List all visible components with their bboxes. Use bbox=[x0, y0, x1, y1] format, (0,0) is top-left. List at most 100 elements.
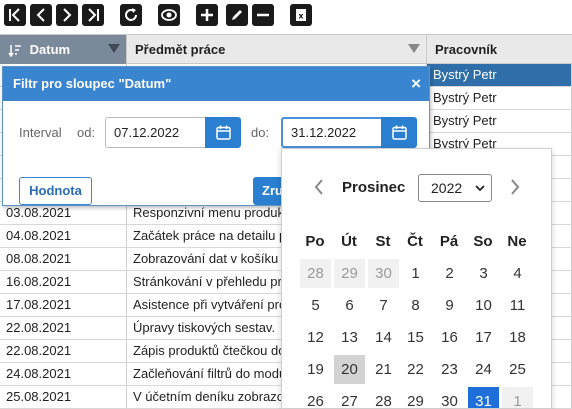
calendar-day[interactable]: 6 bbox=[334, 291, 365, 320]
table-cell-date: 16.08.2021 bbox=[0, 271, 127, 293]
date-to-input[interactable] bbox=[281, 117, 381, 148]
export-excel-button[interactable]: x bbox=[290, 4, 312, 26]
calendar-day[interactable]: 25 bbox=[502, 355, 533, 384]
calendar-day[interactable]: 9 bbox=[434, 291, 465, 320]
calendar-day[interactable]: 24 bbox=[468, 355, 499, 384]
refresh-button[interactable] bbox=[120, 4, 142, 26]
calendar-day[interactable]: 13 bbox=[334, 323, 365, 352]
column-label: Datum bbox=[29, 42, 71, 57]
column-label: Předmět práce bbox=[135, 42, 226, 57]
eye-icon bbox=[161, 9, 177, 21]
minus-icon bbox=[257, 13, 269, 17]
calendar-day[interactable]: 22 bbox=[400, 355, 431, 384]
previous-page-button[interactable] bbox=[30, 4, 52, 26]
table-cell-date: 04.08.2021 bbox=[0, 225, 127, 247]
calendar-day[interactable]: 26 bbox=[300, 387, 331, 408]
calendar-day[interactable]: 11 bbox=[502, 291, 533, 320]
from-label: od: bbox=[77, 125, 96, 140]
edit-button[interactable] bbox=[226, 4, 248, 26]
last-page-icon bbox=[88, 8, 99, 22]
column-label: Pracovník bbox=[435, 42, 498, 57]
calendar-day[interactable]: 7 bbox=[368, 291, 399, 320]
date-picker-popup: Prosinec 2022 Po Út St Čt Pá So Ne 28 29 30 1 2 3 4 5… bbox=[281, 148, 552, 409]
view-button[interactable] bbox=[158, 4, 180, 26]
last-page-button[interactable] bbox=[82, 4, 104, 26]
column-header-datum[interactable]: Datum bbox=[0, 35, 127, 64]
table-cell-date: 17.08.2021 bbox=[0, 294, 127, 316]
chevron-left-icon[interactable] bbox=[310, 177, 328, 197]
table-cell-date: 22.08.2021 bbox=[0, 317, 127, 339]
weekday-label: Út bbox=[341, 233, 357, 250]
calendar-day[interactable]: 5 bbox=[300, 291, 331, 320]
table-cell-date: 25.08.2021 bbox=[0, 386, 127, 408]
chevron-right-icon[interactable] bbox=[506, 177, 524, 197]
weekday-label: Ne bbox=[507, 233, 527, 250]
calendar-day[interactable]: 15 bbox=[400, 323, 431, 352]
calendar-year-select[interactable]: 2022 bbox=[418, 174, 492, 202]
interval-label: Interval bbox=[19, 125, 62, 140]
calendar-day[interactable]: 28 bbox=[368, 387, 399, 408]
table-cell-worker: Bystrý Petr bbox=[427, 110, 572, 132]
first-page-button[interactable] bbox=[4, 4, 26, 26]
calendar-day[interactable]: 10 bbox=[468, 291, 499, 320]
chevron-down-icon bbox=[475, 185, 485, 192]
calendar-month: Prosinec bbox=[342, 179, 406, 196]
calendar-day[interactable]: 28 bbox=[300, 259, 331, 288]
calendar-day[interactable]: 30 bbox=[368, 259, 399, 288]
next-page-button[interactable] bbox=[56, 4, 78, 26]
calendar-day[interactable]: 8 bbox=[400, 291, 431, 320]
calendar-day[interactable]: 17 bbox=[468, 323, 499, 352]
calendar-day[interactable]: 20 bbox=[334, 355, 365, 384]
calendar-day[interactable]: 23 bbox=[434, 355, 465, 384]
calendar-day[interactable]: 4 bbox=[502, 259, 533, 288]
excel-export-icon: x bbox=[296, 9, 306, 21]
filter-icon[interactable] bbox=[408, 44, 420, 53]
calendar-day[interactable]: 3 bbox=[468, 259, 499, 288]
table-cell-date: 08.08.2021 bbox=[0, 248, 127, 270]
calendar-year-value: 2022 bbox=[431, 180, 463, 196]
dialog-title: Filtr pro sloupec "Datum" bbox=[3, 67, 429, 101]
calendar-day[interactable]: 14 bbox=[368, 323, 399, 352]
calendar-day[interactable]: 18 bbox=[502, 323, 533, 352]
filter-icon[interactable] bbox=[108, 44, 120, 53]
column-header-predmet[interactable]: Předmět práce bbox=[127, 35, 427, 64]
sort-ascending-icon bbox=[8, 45, 21, 58]
date-to-calendar-button[interactable] bbox=[381, 117, 417, 148]
grid-header: Datum Předmět práce Pracovník bbox=[0, 34, 572, 64]
plus-icon bbox=[201, 9, 213, 21]
date-from-calendar-button[interactable] bbox=[205, 117, 241, 148]
refresh-icon bbox=[125, 8, 137, 21]
close-icon[interactable]: × bbox=[411, 67, 421, 101]
weekday-label: St bbox=[375, 233, 391, 250]
to-label: do: bbox=[251, 125, 270, 140]
calendar-icon bbox=[392, 125, 407, 140]
next-page-icon bbox=[63, 8, 72, 22]
previous-page-icon bbox=[36, 8, 45, 22]
grid-toolbar: x bbox=[0, 0, 572, 32]
weekday-label: Po bbox=[305, 233, 325, 250]
calendar-day[interactable]: 1 bbox=[502, 387, 533, 408]
value-filter-button[interactable]: Hodnota bbox=[19, 177, 92, 205]
calendar-day[interactable]: 29 bbox=[334, 259, 365, 288]
delete-button[interactable] bbox=[252, 4, 274, 26]
calendar-icon bbox=[216, 125, 231, 140]
date-from-input[interactable] bbox=[105, 117, 205, 148]
weekday-label: Pá bbox=[439, 233, 459, 250]
calendar-day[interactable]: 29 bbox=[400, 387, 431, 408]
column-header-pracovnik[interactable]: Pracovník bbox=[427, 35, 572, 64]
calendar-day[interactable]: 12 bbox=[300, 323, 331, 352]
calendar-day[interactable]: 2 bbox=[434, 259, 465, 288]
weekday-label: So bbox=[473, 233, 493, 250]
svg-text:x: x bbox=[298, 12, 304, 21]
calendar-day[interactable]: 19 bbox=[300, 355, 331, 384]
table-cell-date: 22.08.2021 bbox=[0, 340, 127, 362]
table-cell-date: 24.08.2021 bbox=[0, 363, 127, 385]
calendar-day[interactable]: 30 bbox=[434, 387, 465, 408]
calendar-day[interactable]: 16 bbox=[434, 323, 465, 352]
calendar-day[interactable]: 31 bbox=[468, 387, 499, 408]
calendar-day[interactable]: 27 bbox=[334, 387, 365, 408]
calendar-day[interactable]: 1 bbox=[400, 259, 431, 288]
weekday-label: Čt bbox=[407, 233, 423, 250]
add-button[interactable] bbox=[196, 4, 218, 26]
calendar-day[interactable]: 21 bbox=[368, 355, 399, 384]
